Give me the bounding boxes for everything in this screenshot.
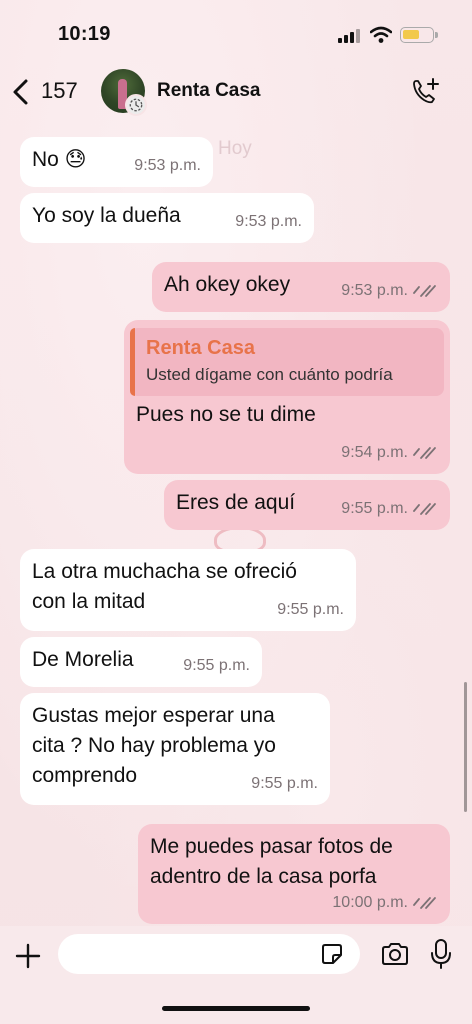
quoted-message[interactable]: Renta Casa Usted dígame con cuánto podrí… — [130, 328, 444, 396]
quoted-sender: Renta Casa — [146, 337, 255, 359]
add-call-icon[interactable] — [410, 76, 440, 106]
message-text: Eres de aquí — [176, 491, 296, 514]
message-bubble-incoming[interactable]: De Morelia 9:55 p.m. — [20, 637, 262, 687]
contact-name[interactable]: Renta Casa — [157, 80, 261, 102]
chat-header: 157 Renta Casa — [0, 64, 472, 120]
plus-icon[interactable] — [14, 942, 42, 970]
message-time: 10:00 p.m. — [332, 894, 408, 911]
message-bubble-outgoing[interactable]: Me puedes pasar fotos de adentro de la c… — [138, 824, 450, 924]
day-label: Hoy — [218, 138, 252, 159]
message-bubble-outgoing-reply[interactable]: Renta Casa Usted dígame con cuánto podrí… — [124, 320, 450, 474]
message-text: Yo soy la dueña — [32, 204, 181, 227]
status-ring-icon — [125, 94, 147, 116]
back-chevron-icon[interactable] — [10, 78, 32, 106]
status-bar: 10:19 — [0, 0, 472, 64]
message-text-line: La otra muchacha se ofreció — [32, 560, 297, 583]
message-time: 9:55 p.m. — [251, 775, 318, 792]
unread-count[interactable]: 157 — [41, 78, 78, 104]
home-indicator[interactable] — [162, 1006, 310, 1011]
message-bubble-incoming[interactable]: No 😓 9:53 p.m. — [20, 137, 213, 187]
status-time: 10:19 — [58, 23, 111, 45]
message-time: 9:55 p.m. — [183, 657, 250, 674]
message-bubble-incoming[interactable]: Yo soy la dueña 9:53 p.m. — [20, 193, 314, 243]
read-ticks-icon — [413, 897, 436, 909]
message-bubble-outgoing[interactable]: Eres de aquí 9:55 p.m. — [164, 480, 450, 530]
message-time: 9:55 p.m. — [341, 500, 408, 517]
message-text-line: Me puedes pasar fotos de — [150, 835, 393, 858]
message-text-line: cita ? No hay problema yo — [32, 734, 276, 757]
quoted-text: Usted dígame con cuánto podría — [146, 365, 393, 384]
camera-icon[interactable] — [380, 940, 410, 968]
message-time: 9:54 p.m. — [341, 444, 408, 461]
microphone-icon[interactable] — [430, 938, 452, 970]
cellular-signal-icon — [338, 29, 360, 43]
scrollbar[interactable] — [464, 682, 467, 812]
message-time: 9:53 p.m. — [341, 282, 408, 299]
message-input[interactable] — [58, 934, 360, 974]
read-ticks-icon — [413, 447, 436, 459]
message-bubble-incoming[interactable]: Gustas mejor esperar una cita ? No hay p… — [20, 693, 330, 805]
message-text: Pues no se tu dime — [136, 403, 316, 426]
read-ticks-icon — [413, 503, 436, 515]
read-ticks-icon — [413, 285, 436, 297]
wifi-icon — [370, 26, 392, 43]
message-text: De Morelia — [32, 648, 134, 671]
message-time: 9:53 p.m. — [235, 213, 302, 230]
message-time: 9:55 p.m. — [277, 601, 344, 618]
message-bubble-incoming[interactable]: La otra muchacha se ofreció con la mitad… — [20, 549, 356, 631]
message-text: Ah okey okey — [164, 273, 291, 296]
message-bubble-outgoing[interactable]: Ah okey okey 9:53 p.m. — [152, 262, 450, 312]
message-text: No 😓 — [32, 148, 87, 171]
sticker-icon[interactable] — [320, 942, 344, 966]
battery-icon — [400, 27, 438, 43]
message-time: 9:53 p.m. — [134, 157, 201, 174]
message-text-line: Gustas mejor esperar una — [32, 704, 275, 727]
